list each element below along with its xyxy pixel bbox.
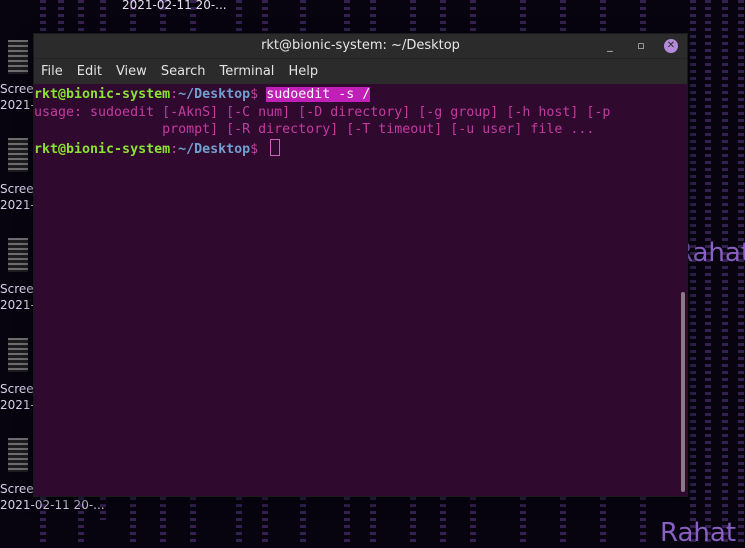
desktop-icon-label: 2021-02-11 20-...	[0, 498, 105, 512]
menu-edit[interactable]: Edit	[70, 59, 109, 85]
screenshot-thumbnail-icon	[8, 338, 28, 372]
terminal-line: rkt@bionic-system:~/Desktop$ sudoedit -s…	[34, 86, 679, 104]
prompt-separator: :	[170, 141, 179, 157]
terminal-line: rkt@bionic-system:~/Desktop$	[34, 138, 679, 157]
terminal-window[interactable]: rkt@bionic-system: ~/Desktop _ ▫ ✕ File …	[34, 34, 687, 496]
desktop-clock-text: 2021-02-11 20-...	[122, 0, 227, 12]
screenshot-thumbnail-icon	[8, 40, 28, 74]
close-button[interactable]: ✕	[664, 39, 678, 53]
prompt-sign: $	[250, 87, 267, 102]
terminal-scrollbar[interactable]	[679, 84, 687, 496]
menu-help[interactable]: Help	[281, 59, 325, 85]
prompt-separator: :	[170, 87, 179, 102]
terminal-output[interactable]: rkt@bionic-system:~/Desktop$ sudoedit -s…	[34, 84, 679, 496]
window-titlebar[interactable]: rkt@bionic-system: ~/Desktop _ ▫ ✕	[34, 34, 687, 59]
prompt-path: ~/Desktop	[178, 87, 251, 102]
usage-line: usage: sudoedit [-AknS] [-C num] [-D dir…	[34, 104, 611, 120]
menu-bar: File Edit View Search Terminal Help	[34, 59, 687, 85]
scrollbar-thumb[interactable]	[681, 292, 685, 492]
minimize-button[interactable]: _	[603, 39, 617, 53]
usage-line: prompt] [-R directory] [-T timeout] [-u …	[34, 122, 595, 137]
prompt-path: ~/Desktop	[178, 141, 251, 157]
screenshot-thumbnail-icon	[8, 238, 28, 272]
screenshot-thumbnail-icon	[8, 138, 28, 172]
screenshot-thumbnail-icon	[8, 438, 28, 472]
selected-command[interactable]: sudoedit -s /	[266, 87, 371, 102]
prompt-user: rkt@bionic-system	[34, 141, 171, 157]
terminal-cursor[interactable]	[270, 138, 281, 156]
menu-terminal[interactable]: Terminal	[212, 59, 281, 85]
menu-file[interactable]: File	[34, 59, 70, 85]
desktop-watermark: Rahat	[660, 518, 737, 548]
maximize-button[interactable]: ▫	[634, 39, 648, 53]
window-title: rkt@bionic-system: ~/Desktop	[261, 38, 460, 53]
menu-view[interactable]: View	[109, 59, 154, 85]
menu-search[interactable]: Search	[154, 59, 213, 85]
prompt-user: rkt@bionic-system	[34, 87, 171, 102]
prompt-sign: $	[250, 141, 267, 157]
